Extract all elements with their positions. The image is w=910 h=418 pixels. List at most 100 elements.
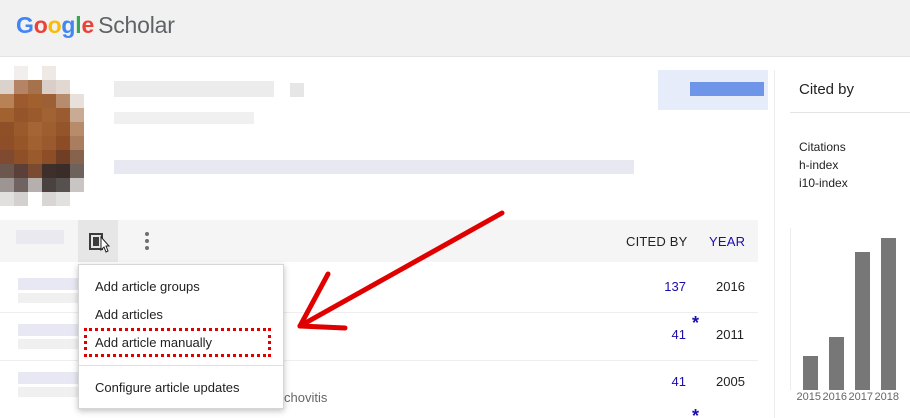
year-column-header[interactable]: YEAR — [709, 234, 745, 249]
avatar-pixel — [56, 80, 70, 94]
avatar-pixel — [14, 150, 28, 164]
redacted-name — [114, 81, 274, 97]
chart-x-tick-label: 2017 — [848, 391, 873, 403]
avatar-pixel — [56, 192, 70, 206]
article-year: 2005 — [716, 374, 745, 389]
merged-citation-star[interactable]: * — [692, 313, 699, 334]
redacted-article-title — [18, 324, 78, 336]
chart-x-tick-label: 2018 — [874, 391, 899, 403]
avatar-pixel — [42, 164, 56, 178]
avatar-pixel — [42, 94, 56, 108]
avatar-pixel — [70, 80, 84, 94]
avatar-pixel — [56, 178, 70, 192]
article-authors-fragment: chovitis — [284, 390, 328, 405]
avatar-pixel — [28, 136, 42, 150]
merged-citation-star[interactable]: * — [692, 406, 699, 418]
avatar-pixel — [0, 80, 14, 94]
right-panel-divider — [774, 70, 775, 418]
redacted-interests — [114, 160, 634, 174]
avatar-pixel — [28, 164, 42, 178]
avatar-pixel — [56, 66, 70, 80]
chart-x-tick-label: 2016 — [822, 391, 847, 403]
citations-chart — [790, 228, 910, 390]
avatar-pixel — [0, 164, 14, 178]
avatar-pixel — [56, 108, 70, 122]
menu-item-add-article-groups[interactable]: Add article groups — [95, 279, 200, 294]
logo-letter: o — [33, 12, 48, 38]
avatar-pixel — [0, 178, 14, 192]
avatar-pixel — [42, 136, 56, 150]
menu-separator — [79, 365, 283, 366]
avatar-pixel — [56, 150, 70, 164]
cited-by-count[interactable]: 41 — [646, 374, 686, 389]
avatar-pixel — [42, 122, 56, 136]
menu-item-configure-article-updates[interactable]: Configure article updates — [95, 380, 240, 395]
avatar-pixel — [14, 66, 28, 80]
avatar — [0, 66, 98, 206]
redacted-article-authors — [18, 387, 78, 397]
stat-h-index-label: h-index — [799, 158, 839, 172]
chart-bar-2016[interactable] — [829, 337, 844, 390]
avatar-pixel — [84, 178, 98, 192]
avatar-pixel — [14, 136, 28, 150]
redacted-select-all — [16, 230, 64, 244]
avatar-pixel — [28, 94, 42, 108]
avatar-pixel — [84, 108, 98, 122]
avatar-pixel — [70, 136, 84, 150]
avatar-pixel — [56, 164, 70, 178]
avatar-pixel — [14, 108, 28, 122]
avatar-pixel — [84, 122, 98, 136]
avatar-pixel — [14, 164, 28, 178]
avatar-pixel — [0, 122, 14, 136]
avatar-pixel — [0, 108, 14, 122]
avatar-pixel — [70, 66, 84, 80]
avatar-pixel — [28, 192, 42, 206]
avatar-pixel — [42, 80, 56, 94]
avatar-pixel — [84, 94, 98, 108]
avatar-pixel — [14, 94, 28, 108]
avatar-pixel — [0, 136, 14, 150]
redacted-article-title — [18, 278, 78, 290]
avatar-pixel — [14, 178, 28, 192]
cited-by-count[interactable]: 137 — [646, 279, 686, 294]
stat-citations-label: Citations — [799, 140, 846, 154]
cited-by-column-header[interactable]: CITED BY — [626, 234, 688, 249]
avatar-pixel — [70, 164, 84, 178]
cited-by-title: Cited by — [799, 81, 855, 98]
avatar-pixel — [70, 150, 84, 164]
avatar-pixel — [28, 108, 42, 122]
redacted-affiliation — [114, 112, 254, 124]
logo-letter: e — [81, 12, 95, 38]
avatar-pixel — [14, 122, 28, 136]
logo-letter: g — [61, 12, 76, 38]
chart-bar-2018[interactable] — [881, 238, 896, 390]
avatar-pixel — [28, 80, 42, 94]
avatar-pixel — [42, 66, 56, 80]
menu-item-add-articles[interactable]: Add articles — [95, 307, 163, 322]
stat-i10-index-label: i10-index — [799, 176, 848, 190]
add-article-icon — [89, 233, 110, 253]
sidebar-rule — [790, 112, 910, 113]
logo-google-text: Google — [16, 12, 94, 38]
annotation-highlight-box — [84, 328, 271, 357]
avatar-pixel — [28, 150, 42, 164]
avatar-pixel — [0, 192, 14, 206]
avatar-pixel — [84, 192, 98, 206]
avatar-pixel — [42, 108, 56, 122]
chart-bar-2015[interactable] — [803, 356, 818, 390]
chart-bar-2017[interactable] — [855, 252, 870, 390]
avatar-pixel — [0, 66, 14, 80]
avatar-pixel — [56, 136, 70, 150]
google-scholar-logo[interactable]: Google Scholar — [16, 12, 175, 39]
avatar-pixel — [28, 178, 42, 192]
cited-by-count[interactable]: 41 — [646, 327, 686, 342]
redacted-article-authors — [18, 339, 78, 349]
avatar-pixel — [28, 122, 42, 136]
more-vert-icon[interactable] — [136, 228, 158, 254]
redacted-article-authors — [18, 293, 78, 303]
chart-x-tick-label: 2015 — [796, 391, 821, 403]
avatar-pixel — [84, 80, 98, 94]
redacted-name-part — [290, 83, 304, 97]
article-year: 2011 — [716, 327, 744, 342]
avatar-pixel — [0, 94, 14, 108]
